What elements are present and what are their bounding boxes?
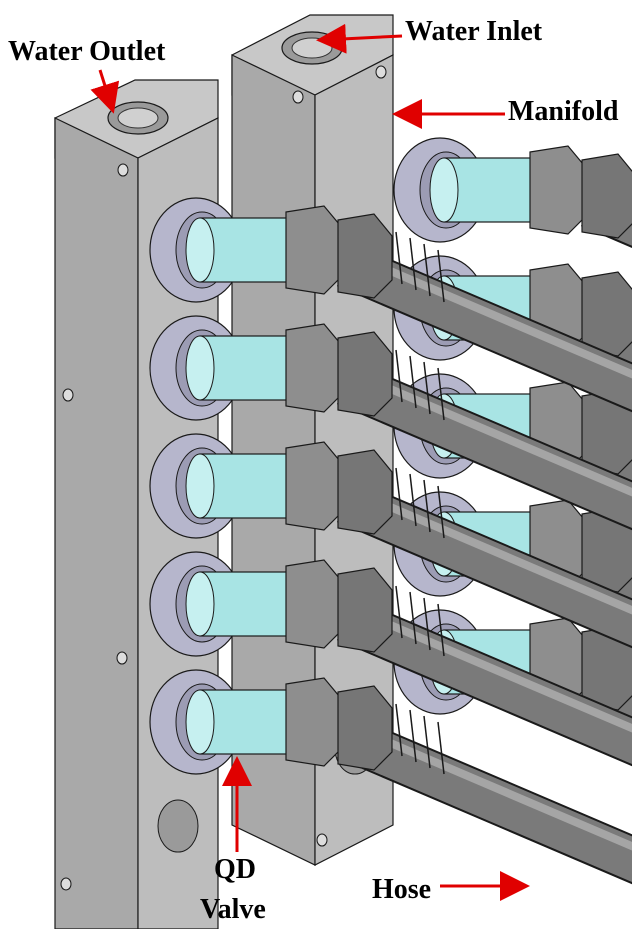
hose-crimp-nut <box>581 271 632 357</box>
hose-crimp-nut <box>581 153 632 239</box>
bolt-hole <box>316 833 328 847</box>
hex-nut <box>285 205 345 295</box>
bolt-hole <box>116 651 128 665</box>
bolt-hole <box>375 65 387 79</box>
hose-crimp-nut <box>337 213 393 299</box>
hose-crimp-nut <box>337 331 393 417</box>
manifold-assembly-drawing <box>54 14 632 929</box>
hose-label: Hose <box>372 874 432 905</box>
water-inlet-label: Water Inlet <box>405 16 543 47</box>
qd-valve-label-line1: QD <box>214 854 256 885</box>
hose-crimp-nut <box>337 685 393 771</box>
qd-valve-end <box>185 689 215 755</box>
qd-valve-end <box>185 453 215 519</box>
hex-nut <box>285 323 345 413</box>
bolt-hole <box>60 877 72 891</box>
qd-valve-end <box>185 335 215 401</box>
manifold-label: Manifold <box>508 96 619 127</box>
hex-nut <box>285 559 345 649</box>
hex-nut <box>529 145 589 235</box>
qd-valve-end <box>185 217 215 283</box>
hex-nut <box>285 677 345 767</box>
bolt-hole <box>292 90 304 104</box>
water-outlet-label: Water Outlet <box>8 36 166 67</box>
qd-valve-label-line2: Valve <box>200 894 266 925</box>
hose-crimp-nut <box>337 567 393 653</box>
front-bottom-port <box>157 799 199 853</box>
water-outlet-thread <box>117 107 159 129</box>
qd-valve-end <box>185 571 215 637</box>
front-manifold-left-face <box>54 117 139 929</box>
bolt-hole <box>62 388 74 402</box>
qd-valve-end <box>429 157 459 223</box>
hose-crimp-nut <box>337 449 393 535</box>
bolt-hole <box>117 163 129 177</box>
hex-nut <box>285 441 345 531</box>
